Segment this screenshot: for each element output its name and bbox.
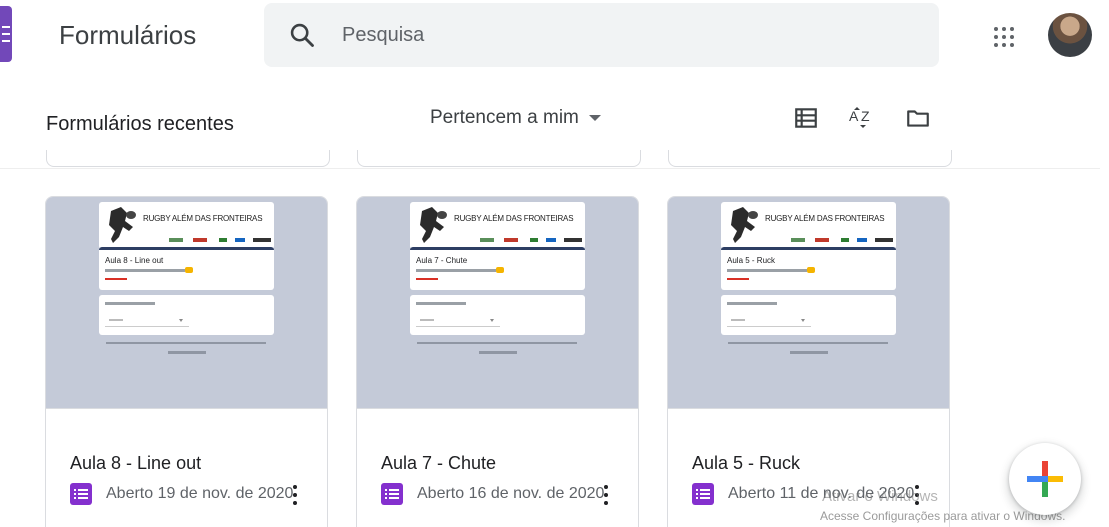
emoji-icon: [185, 267, 193, 273]
emoji-icon: [496, 267, 504, 273]
folder-icon[interactable]: [905, 105, 931, 131]
section-title: Formulários recentes: [46, 113, 234, 135]
more-vert-icon[interactable]: [291, 483, 299, 507]
more-vert-icon[interactable]: [602, 483, 610, 507]
thumbnail-question-label: [105, 302, 155, 305]
sponsor-logos: [791, 238, 893, 242]
card-meta: Aberto 16 de nov. de 2020: [381, 483, 604, 505]
form-thumbnail: RUGBY ALÉM DAS FRONTEIRAS Aula 5 - Ruck: [668, 197, 949, 409]
thumbnail-google-forms-mark: [168, 351, 206, 354]
thumbnail-required-note: [727, 278, 749, 280]
apps-grid-icon[interactable]: [992, 25, 1016, 49]
card-title: Aula 5 - Ruck: [692, 453, 801, 473]
form-thumbnail: RUGBY ALÉM DAS FRONTEIRAS Aula 8 - Line …: [46, 197, 327, 409]
top-bar: Formulários: [0, 0, 1109, 75]
card-title: Aula 8 - Line out: [70, 453, 202, 473]
form-card[interactable]: RUGBY ALÉM DAS FRONTEIRAS Aula 7 - Chute…: [356, 196, 639, 527]
thumbnail-title-card: Aula 7 - Chute: [410, 247, 585, 290]
thumbnail-question-card: [410, 295, 585, 335]
thumbnail-banner: RUGBY ALÉM DAS FRONTEIRAS: [454, 214, 574, 223]
thumbnail-google-forms-mark: [479, 351, 517, 354]
divider: [0, 168, 1100, 169]
recent-forms-header: Formulários recentes Pertencem a mim A Z: [0, 85, 1109, 160]
card-opened-date: Aberto 16 de nov. de 2020: [417, 485, 605, 502]
thumbnail-description: [727, 269, 807, 272]
previous-card-edge: [357, 150, 641, 167]
emoji-icon: [807, 267, 815, 273]
owner-filter-dropdown[interactable]: Pertencem a mim: [430, 105, 601, 131]
card-opened-date: Aberto 19 de nov. de 2020: [106, 485, 294, 502]
rugby-player-image: [731, 207, 758, 243]
search-input[interactable]: [342, 21, 902, 49]
thumbnail-required-note: [416, 278, 438, 280]
thumbnail-select: [727, 313, 811, 327]
form-card[interactable]: RUGBY ALÉM DAS FRONTEIRAS Aula 5 - Ruck …: [667, 196, 950, 527]
previous-card-edge: [668, 150, 952, 167]
rugby-player-image: [420, 207, 447, 243]
thumbnail-footer: [106, 342, 266, 344]
sponsor-logos: [480, 238, 582, 242]
new-form-button[interactable]: [1009, 443, 1081, 515]
card-title: Aula 7 - Chute: [381, 453, 497, 473]
sort-az-icon[interactable]: A Z: [848, 105, 874, 131]
windows-watermark-title: Ativar o Windows: [822, 488, 938, 505]
sponsor-logos: [169, 238, 271, 242]
previous-card-edge: [46, 150, 330, 167]
plus-icon: [1027, 461, 1063, 497]
search-icon[interactable]: [288, 21, 316, 49]
form-thumbnail: RUGBY ALÉM DAS FRONTEIRAS Aula 7 - Chute: [357, 197, 638, 409]
thumbnail-select: [416, 313, 500, 327]
thumbnail-title-card: Aula 8 - Line out: [99, 247, 274, 290]
svg-text:A: A: [849, 108, 859, 124]
thumbnail-banner: RUGBY ALÉM DAS FRONTEIRAS: [765, 214, 885, 223]
caret-down-icon: [588, 115, 601, 121]
list-view-icon[interactable]: [793, 105, 819, 131]
thumbnail-question-card: [721, 295, 896, 335]
thumbnail-footer: [417, 342, 577, 344]
thumbnail-google-forms-mark: [790, 351, 828, 354]
thumbnail-title: Aula 7 - Chute: [416, 256, 468, 265]
thumbnail-title: Aula 5 - Ruck: [727, 256, 776, 265]
thumbnail-question-label: [416, 302, 466, 305]
thumbnail-description: [416, 269, 496, 272]
form-badge-icon: [381, 483, 403, 505]
form-badge-icon: [692, 483, 714, 505]
thumbnail-description: [105, 269, 185, 272]
thumbnail-select: [105, 313, 189, 327]
thumbnail-header: RUGBY ALÉM DAS FRONTEIRAS: [410, 202, 585, 249]
rugby-player-image: [109, 207, 136, 243]
search-bar[interactable]: [264, 3, 939, 67]
app-title[interactable]: Formulários: [59, 20, 196, 51]
form-card[interactable]: RUGBY ALÉM DAS FRONTEIRAS Aula 8 - Line …: [45, 196, 328, 527]
thumbnail-question-card: [99, 295, 274, 335]
thumbnail-banner: RUGBY ALÉM DAS FRONTEIRAS: [143, 214, 263, 223]
form-badge-icon: [70, 483, 92, 505]
card-meta: Aberto 19 de nov. de 2020: [70, 483, 293, 505]
thumbnail-required-note: [105, 278, 127, 280]
owner-filter-label: Pertencem a mim: [430, 107, 579, 128]
thumbnail-header: RUGBY ALÉM DAS FRONTEIRAS: [721, 202, 896, 249]
svg-text:Z: Z: [861, 108, 870, 124]
thumbnail-header: RUGBY ALÉM DAS FRONTEIRAS: [99, 202, 274, 249]
avatar[interactable]: [1048, 13, 1092, 57]
thumbnail-footer: [728, 342, 888, 344]
thumbnail-question-label: [727, 302, 777, 305]
forms-logo-icon[interactable]: [0, 6, 12, 62]
thumbnail-title-card: Aula 5 - Ruck: [721, 247, 896, 290]
thumbnail-title: Aula 8 - Line out: [105, 256, 164, 265]
